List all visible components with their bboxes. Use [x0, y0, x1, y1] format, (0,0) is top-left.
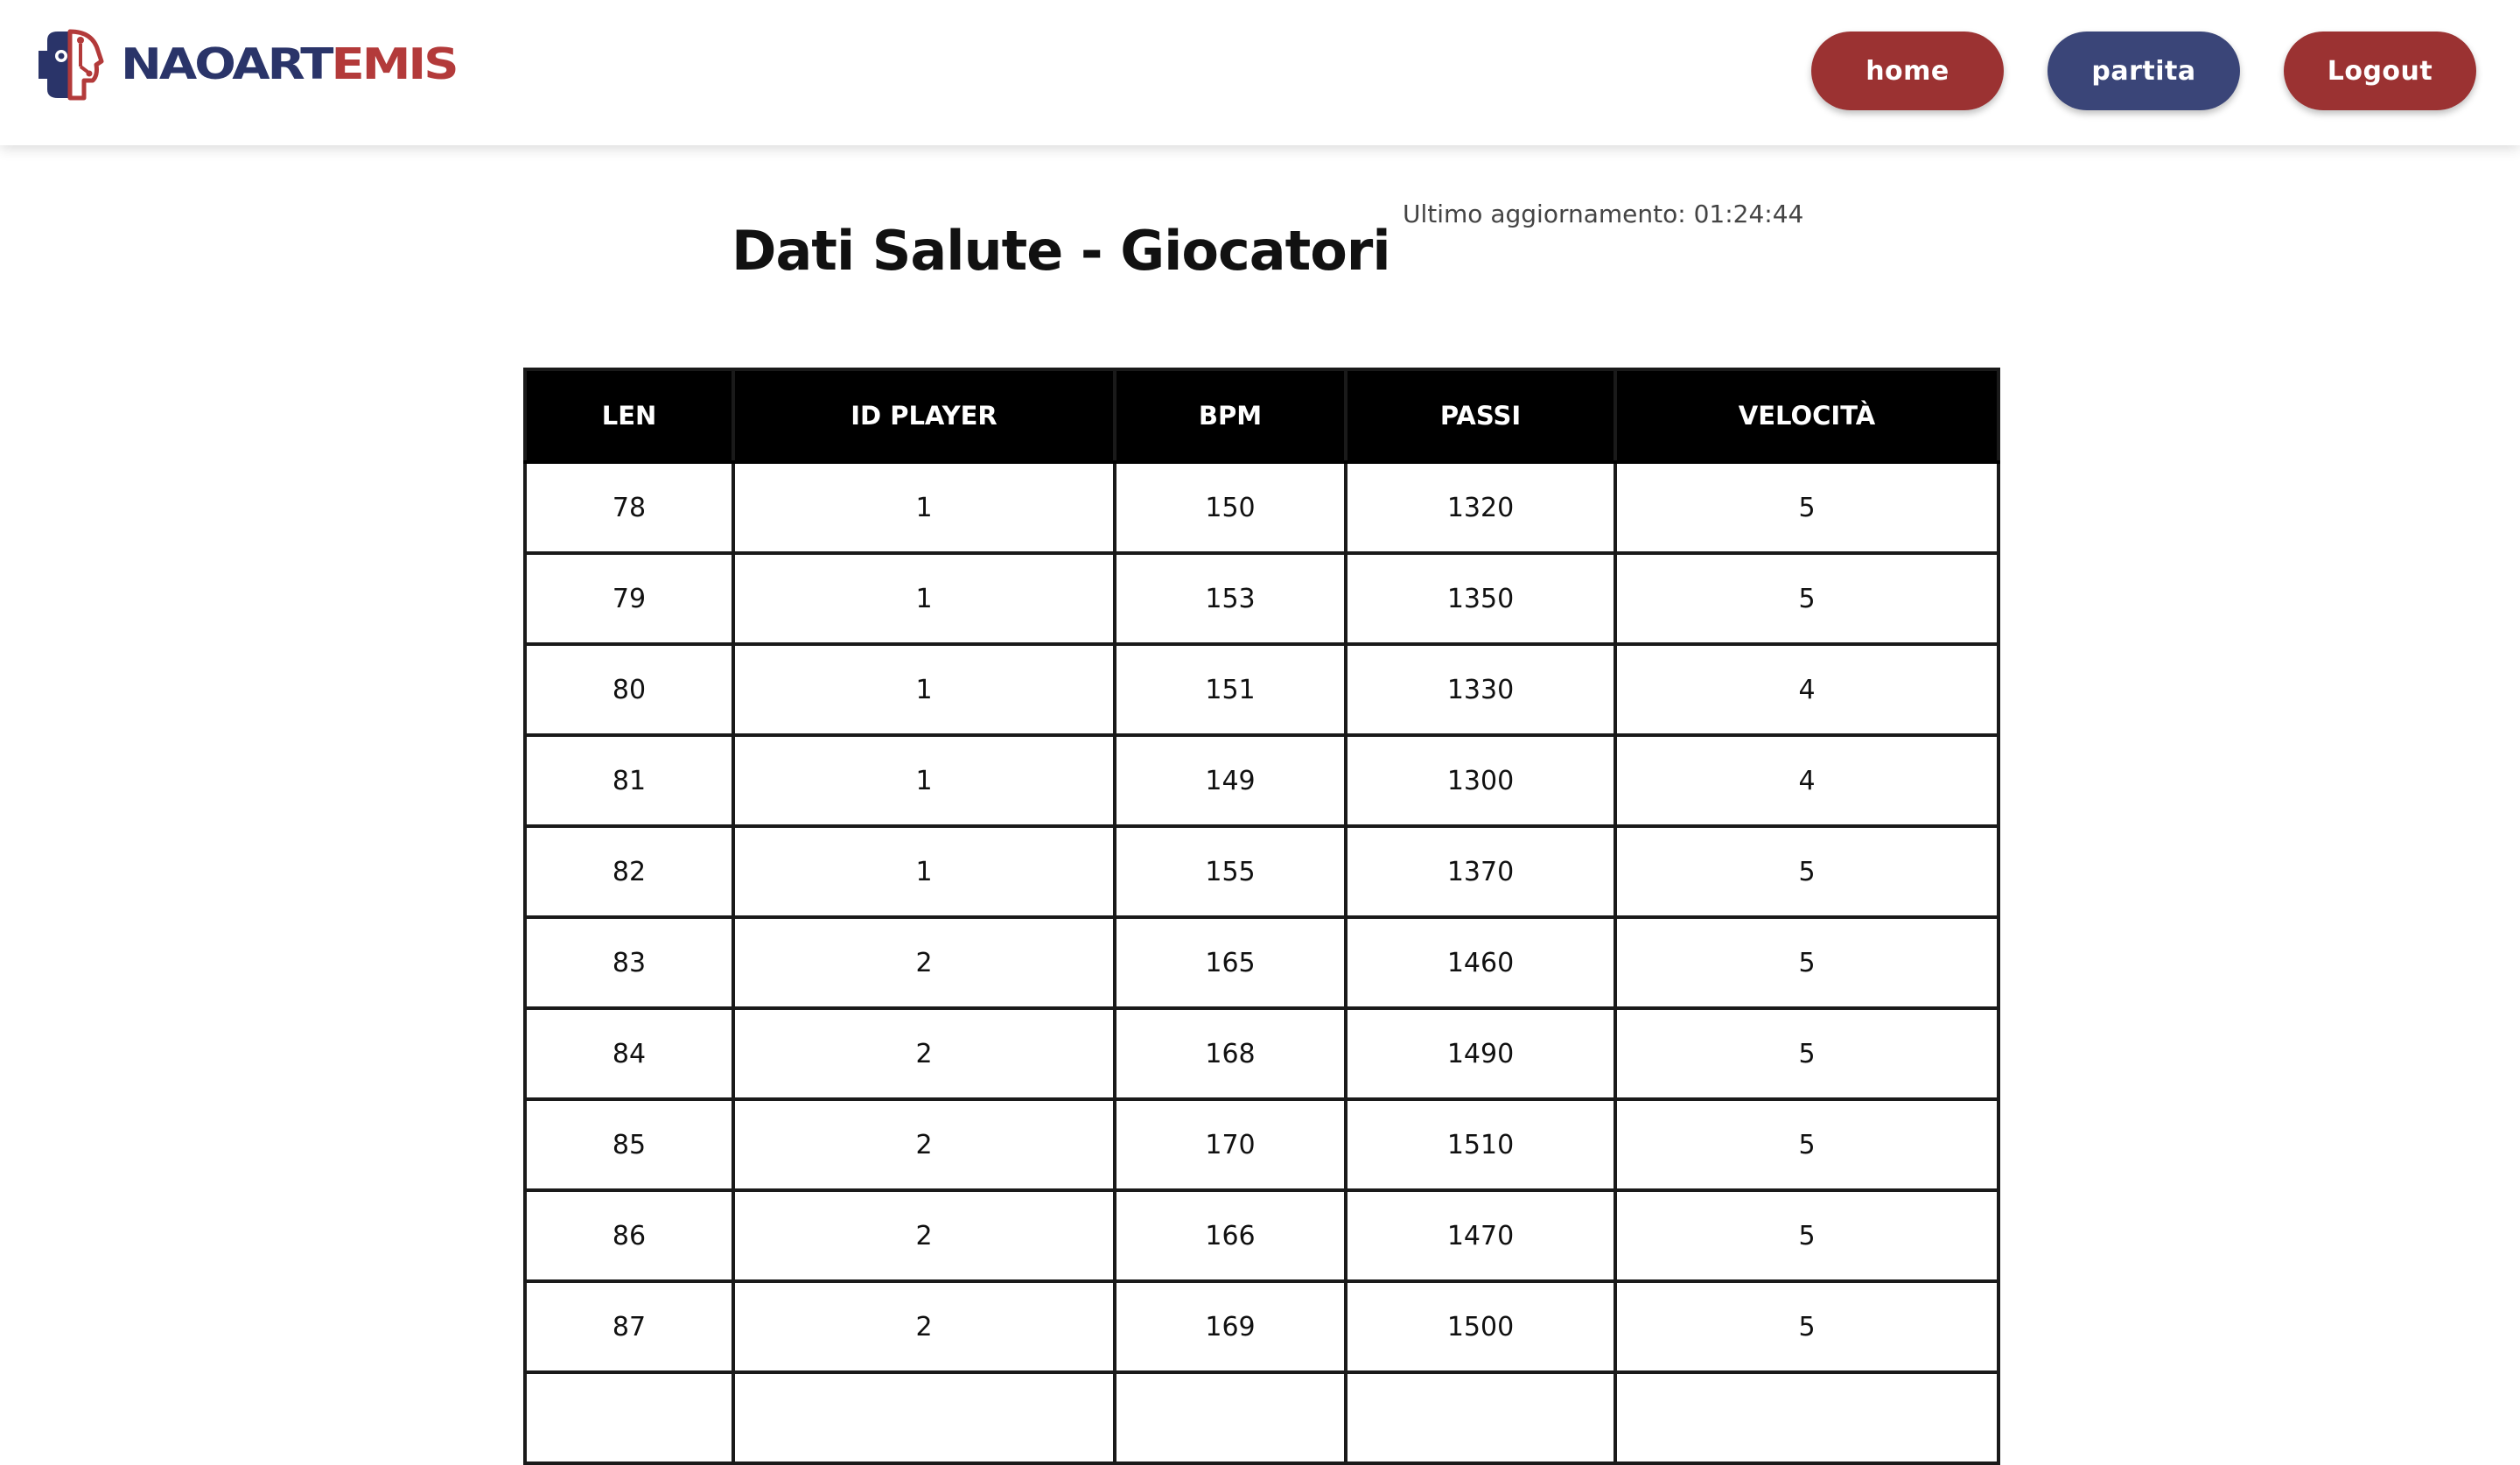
cell-id-player	[732, 1370, 1116, 1465]
cell-bpm: 153	[1113, 551, 1348, 646]
cell-len: 86	[523, 1188, 735, 1283]
cell-passi: 1490	[1344, 1006, 1617, 1101]
table-row: 85 2 170 1510 5	[523, 1097, 2000, 1192]
cell-len	[523, 1370, 735, 1465]
table-row: 83 2 165 1460 5	[523, 915, 2000, 1010]
naoartemis-logo[interactable]: NAOARTEMIS	[35, 28, 459, 102]
cell-len: 83	[523, 915, 735, 1010]
top-navbar: NAOARTEMIS home partita Logout	[0, 0, 2520, 145]
table-row: 81 1 149 1300 4	[523, 733, 2000, 828]
cell-passi: 1330	[1344, 642, 1617, 737]
cell-id-player: 1	[732, 460, 1116, 555]
logo-wordmark: NAOARTEMIS	[121, 43, 459, 86]
table-row: 87 2 169 1500 5	[523, 1279, 2000, 1374]
cell-len: 79	[523, 551, 735, 646]
column-header-velocita: VELOCITÀ	[1614, 368, 2000, 464]
cell-id-player: 2	[732, 1097, 1116, 1192]
table-row: 82 1 155 1370 5	[523, 824, 2000, 919]
cell-bpm: 150	[1113, 460, 1348, 555]
column-header-id-player: ID PLAYER	[732, 368, 1116, 464]
cell-velocita: 5	[1614, 1188, 2000, 1283]
logo-text-nao-art: NAOART	[121, 39, 333, 90]
cell-passi: 1350	[1344, 551, 1617, 646]
cell-velocita: 5	[1614, 460, 2000, 555]
cell-passi: 1320	[1344, 460, 1617, 555]
health-data-table-container: LEN ID PLAYER BPM PASSI VELOCITÀ 78 1 15…	[523, 368, 2000, 1465]
cell-len: 82	[523, 824, 735, 919]
cell-bpm: 151	[1113, 642, 1348, 737]
cell-bpm: 149	[1113, 733, 1348, 828]
table-row: 80 1 151 1330 4	[523, 642, 2000, 737]
table-row: 86 2 166 1470 5	[523, 1188, 2000, 1283]
cell-velocita: 4	[1614, 642, 2000, 737]
cell-passi: 1510	[1344, 1097, 1617, 1192]
page-title: Dati Salute - Giocatori	[732, 219, 1391, 283]
cell-bpm: 168	[1113, 1006, 1348, 1101]
cell-passi: 1460	[1344, 915, 1617, 1010]
cell-passi: 1370	[1344, 824, 1617, 919]
cell-passi: 1470	[1344, 1188, 1617, 1283]
cell-id-player: 1	[732, 642, 1116, 737]
last-update-timestamp: Ultimo aggiornamento: 01:24:44	[1403, 200, 1804, 228]
table-row	[523, 1370, 2000, 1465]
cell-velocita: 5	[1614, 915, 2000, 1010]
table-header-row: LEN ID PLAYER BPM PASSI VELOCITÀ	[523, 368, 2000, 464]
cell-id-player: 1	[732, 551, 1116, 646]
cell-passi: 1500	[1344, 1279, 1617, 1374]
cell-id-player: 2	[732, 1188, 1116, 1283]
cell-len: 78	[523, 460, 735, 555]
cell-id-player: 2	[732, 1006, 1116, 1101]
cell-velocita: 5	[1614, 1006, 2000, 1101]
cell-bpm: 166	[1113, 1188, 1348, 1283]
column-header-passi: PASSI	[1344, 368, 1617, 464]
cell-velocita: 4	[1614, 733, 2000, 828]
cell-bpm: 155	[1113, 824, 1348, 919]
logo-text-emis: EMIS	[331, 39, 458, 90]
cell-bpm: 169	[1113, 1279, 1348, 1374]
cell-velocita: 5	[1614, 824, 2000, 919]
cell-passi: 1300	[1344, 733, 1617, 828]
logout-button[interactable]: Logout	[2284, 32, 2476, 110]
cell-len: 87	[523, 1279, 735, 1374]
cell-velocita	[1614, 1370, 2000, 1465]
home-button[interactable]: home	[1811, 32, 2004, 110]
cell-len: 85	[523, 1097, 735, 1192]
cell-bpm: 170	[1113, 1097, 1348, 1192]
table-row: 84 2 168 1490 5	[523, 1006, 2000, 1101]
health-data-table: LEN ID PLAYER BPM PASSI VELOCITÀ 78 1 15…	[523, 368, 2000, 1465]
partita-button[interactable]: partita	[2048, 32, 2240, 110]
column-header-bpm: BPM	[1113, 368, 1348, 464]
cell-id-player: 1	[732, 824, 1116, 919]
table-row: 79 1 153 1350 5	[523, 551, 2000, 646]
cell-id-player: 2	[732, 1279, 1116, 1374]
cell-passi	[1344, 1370, 1617, 1465]
cell-bpm: 165	[1113, 915, 1348, 1010]
cell-velocita: 5	[1614, 1097, 2000, 1192]
cell-len: 84	[523, 1006, 735, 1101]
cell-velocita: 5	[1614, 1279, 2000, 1374]
cell-len: 81	[523, 733, 735, 828]
cell-id-player: 1	[732, 733, 1116, 828]
cell-velocita: 5	[1614, 551, 2000, 646]
cell-bpm	[1113, 1370, 1348, 1465]
cell-len: 80	[523, 642, 735, 737]
column-header-len: LEN	[523, 368, 735, 464]
cell-id-player: 2	[732, 915, 1116, 1010]
table-row: 78 1 150 1320 5	[523, 460, 2000, 555]
robot-head-icon	[38, 29, 104, 101]
